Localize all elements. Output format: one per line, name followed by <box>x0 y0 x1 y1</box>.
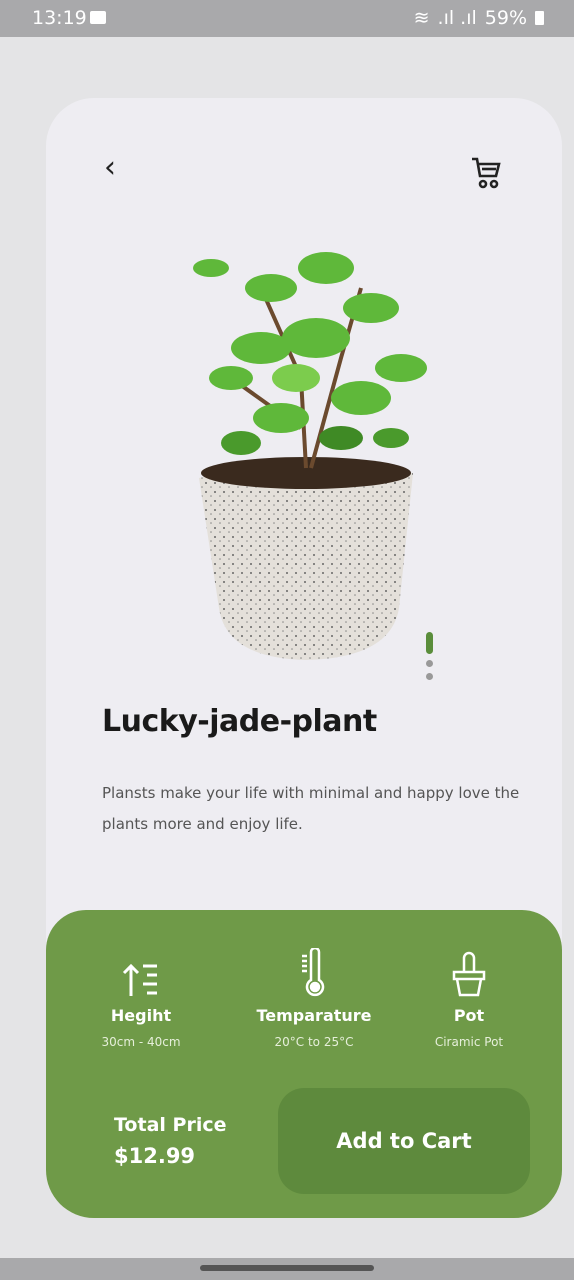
battery-icon <box>535 11 544 25</box>
product-card: ‹ Lucky-jade-plant Plansts make your lif… <box>46 98 562 1218</box>
spec-height: Hegiht 30cm - 40cm <box>66 940 216 1049</box>
signal-icon: .ıl .ıl <box>437 7 477 29</box>
page-dot[interactable] <box>426 673 433 680</box>
home-handle[interactable] <box>200 1265 374 1271</box>
page-dot[interactable] <box>426 632 433 654</box>
cart-icon <box>472 157 501 189</box>
total-price: Total Price $12.99 <box>114 1114 226 1168</box>
folder-icon <box>90 11 106 24</box>
status-bar: 13:19 ≋ .ıl .ıl 59% <box>0 0 574 37</box>
total-price-value: $12.99 <box>114 1144 196 1168</box>
system-nav-bar <box>0 1258 574 1280</box>
spec-pot: Pot Ciramic Pot <box>394 940 544 1049</box>
spec-label: Temparature <box>256 1006 372 1025</box>
chevron-left-icon: ‹ <box>104 150 116 185</box>
spec-value: 20°C to 25°C <box>274 1035 354 1049</box>
pot-icon <box>452 951 486 997</box>
details-panel: Hegiht 30cm - 40cm Temparature 20°C to 2… <box>46 910 562 1218</box>
add-to-cart-button[interactable]: Add to Cart <box>278 1088 530 1194</box>
battery-level: 59% <box>484 7 527 29</box>
product-description: Plansts make your life with minimal and … <box>102 784 520 833</box>
image-pagination[interactable] <box>426 632 433 680</box>
wifi-icon: ≋ <box>413 7 430 29</box>
back-button[interactable]: ‹ <box>104 150 116 185</box>
page-dot[interactable] <box>426 660 433 667</box>
spec-temperature: Temparature 20°C to 25°C <box>239 940 389 1049</box>
status-time: 13:19 <box>32 7 87 29</box>
cart-button[interactable] <box>470 156 502 194</box>
plant-image <box>193 252 427 660</box>
height-icon <box>122 963 157 996</box>
product-title: Lucky-jade-plant <box>102 704 377 739</box>
spec-label: Pot <box>453 1006 485 1025</box>
spec-value: 30cm - 40cm <box>101 1035 181 1049</box>
spec-label: Hegiht <box>110 1006 172 1025</box>
spec-value: Ciramic Pot <box>434 1035 504 1049</box>
thermometer-icon <box>302 948 325 997</box>
total-price-label: Total Price <box>114 1114 227 1136</box>
